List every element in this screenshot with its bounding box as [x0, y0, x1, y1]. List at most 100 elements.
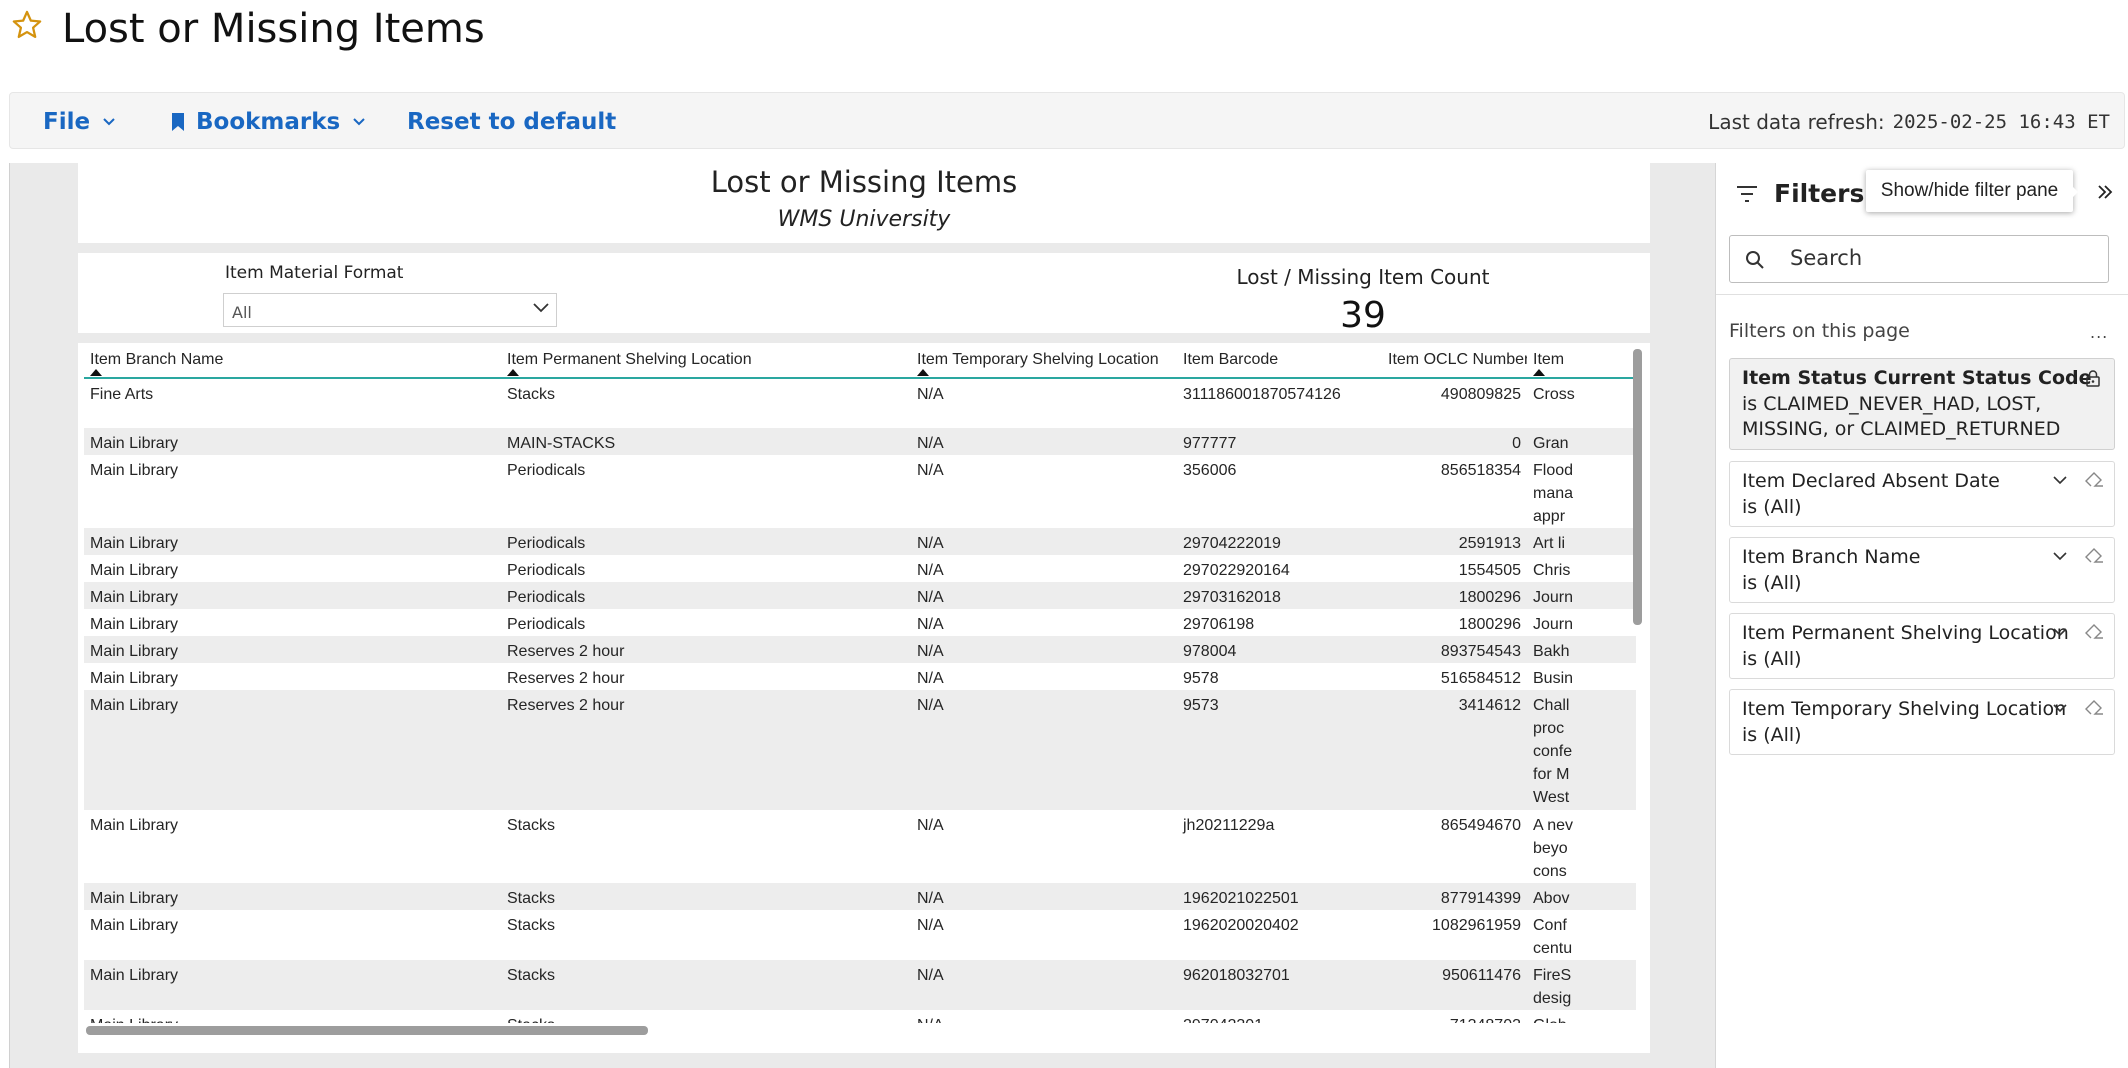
- table-cell-temp: N/A: [911, 582, 1177, 609]
- eraser-icon[interactable]: [2084, 472, 2104, 488]
- table-cell-branch: Main Library: [90, 562, 179, 579]
- table-cell-item: Bakh: [1527, 636, 1636, 663]
- filter-card-value: is (All): [1742, 648, 1802, 670]
- material-format-dropdown-value: All: [232, 303, 252, 322]
- table-cell-perm: Stacks: [501, 883, 911, 910]
- table-header-row: Item Branch Name Item Permanent Shelving…: [84, 343, 1636, 379]
- items-table: Item Branch Name Item Permanent Shelving…: [84, 343, 1636, 1023]
- table-row[interactable]: Main Library Periodicals N/A 356006 85651835…: [84, 455, 1636, 528]
- table-row[interactable]: Main Library Stacks N/A 1962021022501 877914…: [84, 883, 1636, 910]
- table-row[interactable]: Main Library Reserves 2 hour N/A 978004 8937…: [84, 636, 1636, 663]
- kpi-value: 39: [1340, 295, 1386, 336]
- table-cell-barcode: jh20211229a: [1183, 817, 1275, 834]
- vertical-scrollbar[interactable]: [1633, 349, 1642, 625]
- column-header[interactable]: Item: [1527, 343, 1636, 379]
- table-cell-branch: Main Library: [84, 528, 501, 555]
- filter-card-temporary-shelving[interactable]: Item Temporary Shelving Location is (All…: [1729, 689, 2115, 755]
- table-cell-perm: Stacks: [501, 1010, 911, 1023]
- table-row[interactable]: Main Library Reserves 2 hour N/A 9578 516584…: [84, 663, 1636, 690]
- last-refresh-value: 2025-02-25 16:43 ET: [1892, 110, 2110, 133]
- table-cell-perm: Reserves 2 hour: [501, 636, 911, 663]
- table-row[interactable]: Main Library Reserves 2 hour N/A 9573 341461…: [84, 690, 1636, 810]
- filter-icon: [1737, 186, 1757, 202]
- table-cell-barcode: 29703162018: [1177, 582, 1382, 609]
- table-cell-oclc: 950611476: [1382, 960, 1527, 1010]
- table-cell-temp: N/A: [917, 562, 944, 579]
- reset-to-default-button[interactable]: Reset to default: [407, 93, 616, 150]
- table-row[interactable]: Main LibraryStacksN/A29704230171348703Gl…: [84, 1010, 1636, 1023]
- table-cell-oclc: 3414612: [1382, 690, 1527, 810]
- table-cell-item: Abov: [1527, 883, 1636, 910]
- table-cell-item: Cross: [1533, 386, 1575, 403]
- eraser-icon[interactable]: [2084, 624, 2104, 640]
- table-row[interactable]: Main Library Periodicals N/A 29706198 180029…: [84, 609, 1636, 636]
- horizontal-scrollbar[interactable]: [86, 1026, 648, 1035]
- eraser-icon[interactable]: [2084, 700, 2104, 716]
- table-cell-branch: Main Library: [90, 616, 179, 633]
- column-header[interactable]: Item Branch Name: [84, 343, 501, 379]
- table-cell-temp: N/A: [917, 670, 944, 687]
- table-cell-branch: Main Library: [84, 582, 501, 609]
- chevron-down-icon[interactable]: [2052, 474, 2068, 486]
- favorite-star-icon[interactable]: [10, 8, 44, 42]
- sort-ascending-icon: [917, 369, 929, 376]
- table-row[interactable]: Main Library Periodicals N/A 29703162018 180…: [84, 582, 1636, 609]
- table-row[interactable]: Main Library Periodicals N/A 29704222019 259…: [84, 528, 1636, 555]
- filter-card-permanent-shelving[interactable]: Item Permanent Shelving Location is (All…: [1729, 613, 2115, 679]
- table-cell-item: Gran: [1527, 428, 1636, 455]
- filter-card-status-code[interactable]: Item Status Current Status Code is CLAIM…: [1729, 358, 2115, 450]
- column-header[interactable]: Item OCLC Number: [1382, 343, 1527, 379]
- table-cell-temp: N/A: [917, 917, 944, 934]
- table-cell-barcode: 978004: [1177, 636, 1382, 663]
- filter-search-input[interactable]: Search: [1729, 235, 2109, 283]
- table-cell-oclc: 1800296: [1458, 616, 1521, 633]
- table-cell-barcode: 29706198: [1183, 616, 1255, 633]
- table-cell-item: Conf centu: [1533, 917, 1573, 957]
- last-refresh-label: Last data refresh:: [1708, 109, 1885, 134]
- table-cell-perm: Stacks: [507, 817, 556, 834]
- show-hide-filter-tooltip: Show/hide filter pane: [1866, 170, 2073, 212]
- eraser-icon[interactable]: [2084, 548, 2104, 564]
- column-header[interactable]: Item Temporary Shelving Location: [911, 343, 1177, 379]
- column-header-label: Item OCLC Number: [1388, 351, 1527, 368]
- filter-card-declared-absent-date[interactable]: Item Declared Absent Date is (All): [1729, 461, 2115, 527]
- table-cell-oclc: 516584512: [1440, 670, 1521, 687]
- table-row[interactable]: Main Library MAIN-STACKS N/A 977777 0 Gran: [84, 428, 1636, 455]
- filter-card-branch-name[interactable]: Item Branch Name is (All): [1729, 537, 2115, 603]
- column-header[interactable]: Item Permanent Shelving Location: [501, 343, 911, 379]
- chevron-down-icon: [103, 117, 115, 125]
- table-cell-oclc: 865494670: [1440, 817, 1521, 834]
- table-cell-branch: Main Library: [84, 883, 501, 910]
- filters-title: Filters: [1774, 179, 1865, 208]
- table-cell-temp: N/A: [911, 1010, 1177, 1023]
- column-header-label: Item Permanent Shelving Location: [507, 351, 752, 368]
- filter-search-placeholder: Search: [1790, 246, 1863, 270]
- bookmarks-menu-button[interactable]: Bookmarks: [170, 93, 366, 150]
- chevron-down-icon[interactable]: [2052, 626, 2068, 638]
- lock-icon: [2086, 370, 2100, 387]
- table-row[interactable]: Fine Arts Stacks N/A 311186001870574126 4908…: [84, 378, 1636, 428]
- report-subtitle: WMS University: [777, 207, 951, 232]
- double-chevron-right-icon[interactable]: [2094, 183, 2114, 201]
- filter-card-title: Item Permanent Shelving Location: [1742, 622, 2069, 644]
- chevron-down-icon[interactable]: [2052, 550, 2068, 562]
- material-format-dropdown[interactable]: All: [223, 293, 557, 327]
- table-cell-item: Journ: [1533, 616, 1574, 633]
- table-row[interactable]: Main Library Periodicals N/A 297022920164 15…: [84, 555, 1636, 582]
- table-row[interactable]: Main Library Stacks N/A 1962020020402 108296…: [84, 910, 1636, 960]
- table-cell-oclc: 1554505: [1458, 562, 1521, 579]
- filter-card-title: Item Branch Name: [1742, 546, 1921, 568]
- table-cell-oclc: 1800296: [1382, 582, 1527, 609]
- chevron-down-icon[interactable]: [2052, 702, 2068, 714]
- column-header[interactable]: Item Barcode: [1177, 343, 1382, 379]
- file-menu-label: File: [43, 108, 91, 135]
- table-cell-branch: Main Library: [84, 690, 501, 810]
- file-menu-button[interactable]: File: [43, 93, 116, 150]
- table-row[interactable]: Main Library Stacks N/A 962018032701 9506114…: [84, 960, 1636, 1010]
- more-options-icon[interactable]: ...: [2090, 323, 2108, 342]
- table-cell-branch: Main Library: [90, 917, 179, 934]
- table-row[interactable]: Main Library Stacks N/A jh20211229a 86549467…: [84, 810, 1636, 883]
- table-cell-item: FireS desig: [1527, 960, 1636, 1010]
- table-cell-temp: N/A: [917, 817, 944, 834]
- sort-ascending-icon: [1533, 369, 1545, 376]
